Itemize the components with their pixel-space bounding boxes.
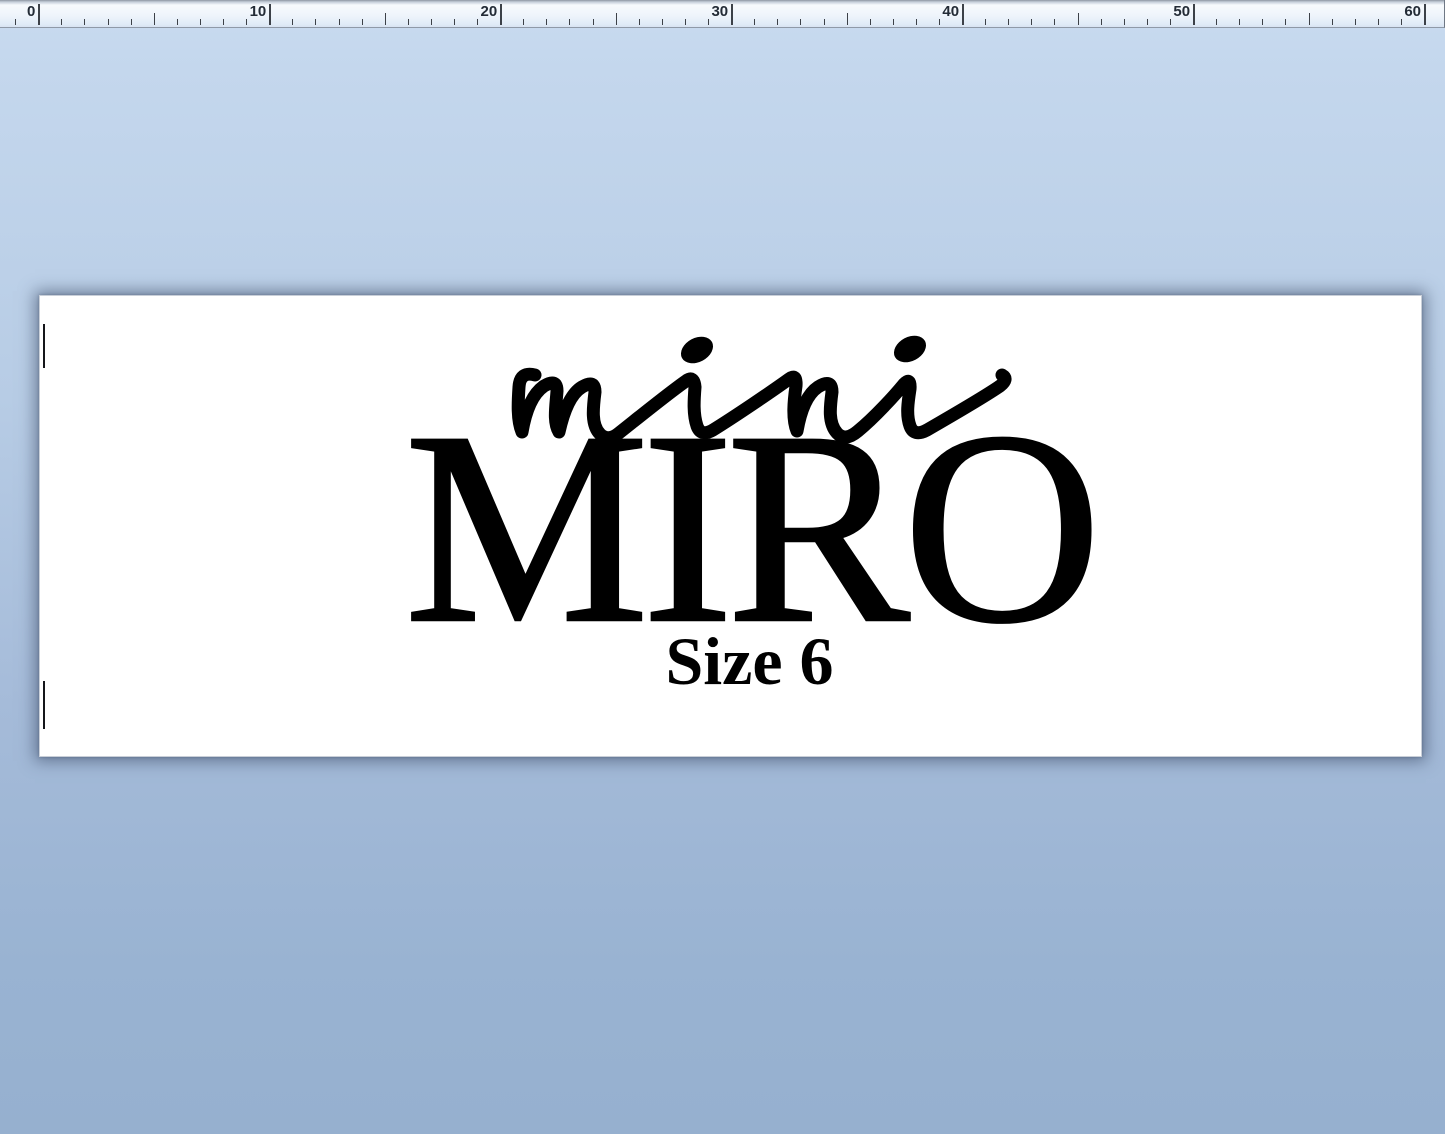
- ruler-tick: [800, 19, 801, 25]
- ruler-tick: [1170, 19, 1171, 25]
- ruler-tick: [1193, 4, 1195, 25]
- ruler-tick: [1101, 19, 1102, 25]
- ruler-tick: [177, 19, 178, 25]
- ruler-tick: [408, 19, 409, 25]
- ruler-tick: [454, 19, 455, 25]
- ruler-tick: [523, 19, 524, 25]
- ruler-tick: [1401, 19, 1402, 25]
- ruler-tick: [362, 19, 363, 25]
- ruler-tick: [223, 19, 224, 25]
- label-canvas[interactable]: MIRO Size 6: [39, 295, 1422, 757]
- ruler-tick: [200, 19, 201, 25]
- ruler-tick: [870, 19, 871, 25]
- ruler-tick: [662, 19, 663, 25]
- ruler-tick: [1262, 19, 1263, 25]
- ruler-tick: [154, 13, 155, 25]
- ruler-tick: [1078, 13, 1079, 25]
- ruler-tick: [893, 19, 894, 25]
- ruler-tick: [708, 19, 709, 25]
- ruler-tick: [1285, 19, 1286, 25]
- ruler-tick: [38, 4, 40, 25]
- ruler-number: 10: [250, 4, 270, 19]
- ruler-tick: [616, 13, 617, 25]
- ruler-tick: [593, 19, 594, 25]
- ruler-tick: [1147, 19, 1148, 25]
- ruler-number: 20: [481, 4, 501, 19]
- ruler-tick: [639, 19, 640, 25]
- ruler-tick: [1124, 19, 1125, 25]
- ruler-tick: [1378, 19, 1379, 25]
- ruler-number: 30: [711, 4, 731, 19]
- ruler-tick: [1355, 19, 1356, 25]
- ruler-tick: [1332, 19, 1333, 25]
- ruler-tick: [269, 4, 271, 25]
- registration-mark-top[interactable]: [43, 324, 45, 368]
- ruler-tick: [315, 19, 316, 25]
- ruler-tick: [131, 19, 132, 25]
- ruler-tick: [1309, 13, 1310, 25]
- ruler-tick: [1424, 4, 1426, 25]
- ruler-tick: [731, 4, 733, 25]
- ruler-tick: [292, 19, 293, 25]
- ruler-tick: [847, 13, 848, 25]
- ruler-tick: [962, 4, 964, 25]
- ruler-tick: [985, 19, 986, 25]
- ruler-tick: [1216, 19, 1217, 25]
- ruler-tick: [500, 4, 502, 25]
- ruler-tick: [15, 19, 16, 25]
- ruler-tick: [569, 19, 570, 25]
- i-dots: [676, 330, 930, 368]
- ruler-tick: [246, 19, 247, 25]
- ruler-tick: [777, 19, 778, 25]
- ruler-tick: [916, 19, 917, 25]
- ruler-tick: [339, 19, 340, 25]
- ruler-tick: [546, 19, 547, 25]
- ruler-tick: [1008, 19, 1009, 25]
- ruler-tick: [385, 13, 386, 25]
- ruler-tick: [108, 19, 109, 25]
- ruler-tick: [431, 19, 432, 25]
- ruler-tick: [477, 19, 478, 25]
- ruler-tick: [754, 19, 755, 25]
- ruler-tick: [84, 19, 85, 25]
- registration-mark-bottom[interactable]: [43, 681, 45, 729]
- ruler-tick: [61, 19, 62, 25]
- ruler-tick: [824, 19, 825, 25]
- ruler-number: 0: [27, 4, 38, 19]
- ruler-tick: [1054, 19, 1055, 25]
- ruler-number: 60: [1404, 4, 1424, 19]
- ruler-number: 40: [942, 4, 962, 19]
- ruler-tick: [685, 19, 686, 25]
- horizontal-ruler[interactable]: 0 10 20 30 40 50 60: [0, 0, 1445, 28]
- ruler-tick: [1239, 19, 1240, 25]
- ruler-number: 50: [1173, 4, 1193, 19]
- size-text[interactable]: Size 6: [59, 627, 1440, 695]
- ruler-tick: [939, 19, 940, 25]
- ruler-tick: [1031, 19, 1032, 25]
